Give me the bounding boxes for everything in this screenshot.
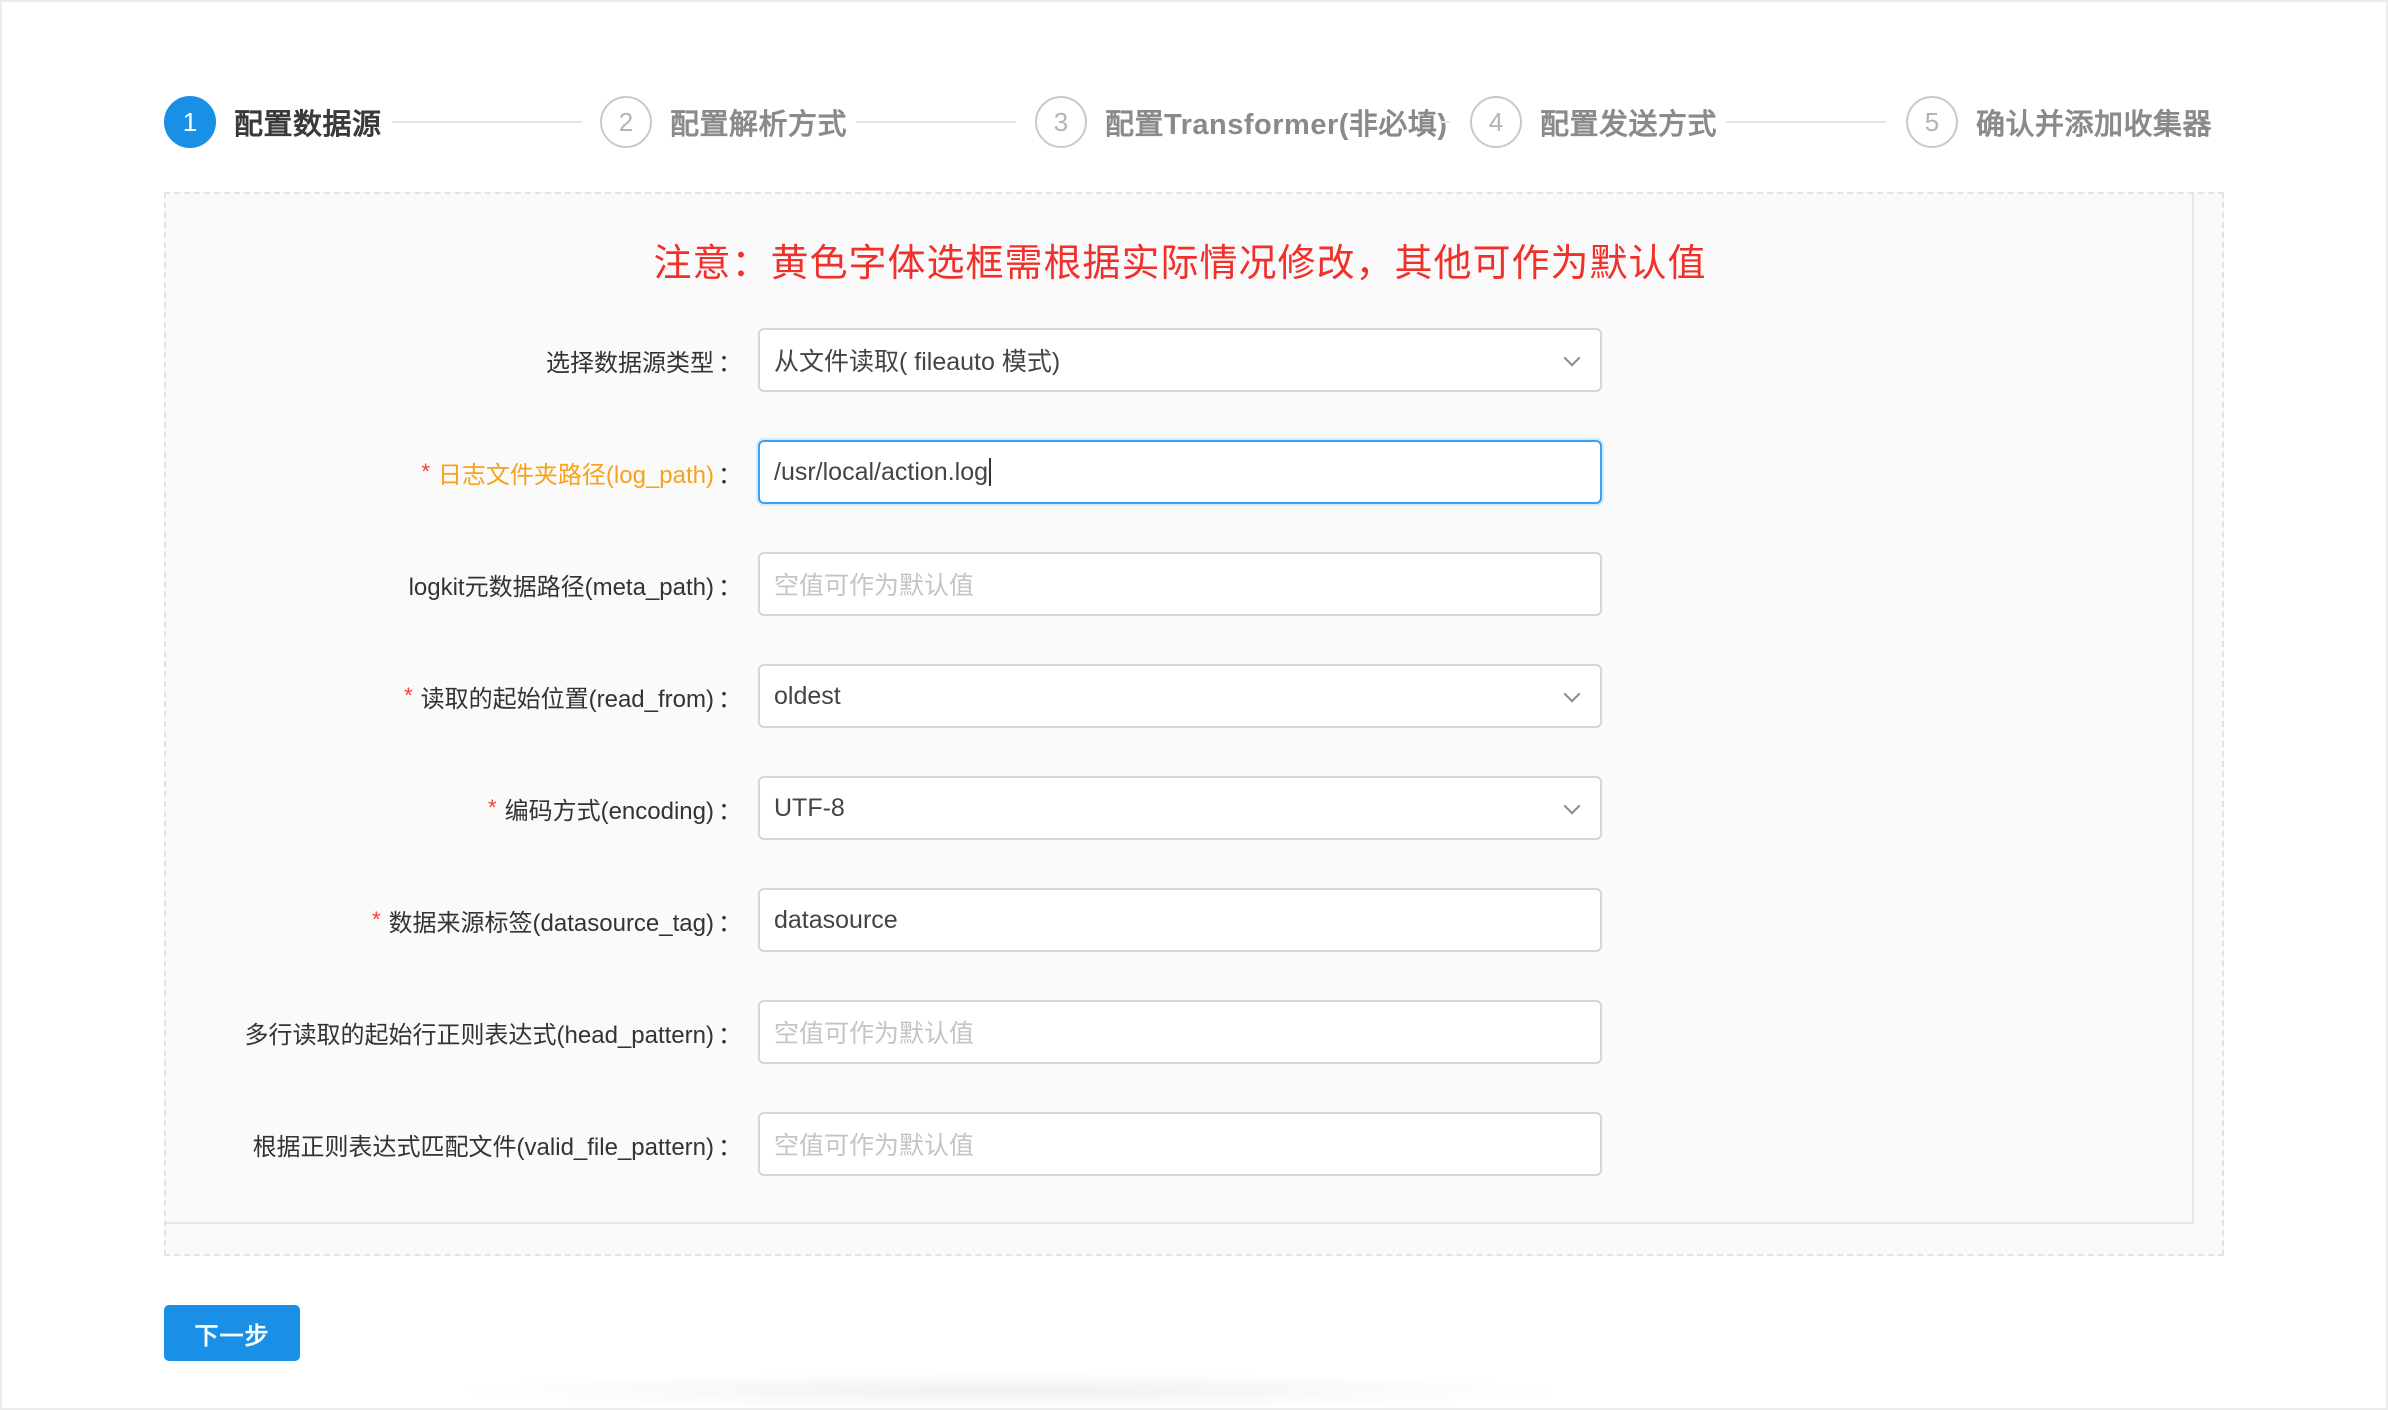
read-from-select[interactable]: oldest	[758, 664, 1602, 728]
step-5-number: 5	[1906, 96, 1958, 148]
encoding-select[interactable]: UTF-8	[758, 776, 1602, 840]
source-type-label: 选择数据源类型：	[546, 328, 742, 392]
valid-file-pattern-placeholder: 空值可作为默认值	[774, 1132, 975, 1160]
colon: ：	[718, 349, 742, 377]
step-1-title: 配置数据源	[234, 109, 382, 141]
colon: ：	[718, 909, 742, 937]
valid-file-pattern-input[interactable]: 空值可作为默认值	[758, 1112, 1602, 1176]
datasource-tag-label-text: 数据来源标签(datasource_tag)	[388, 909, 714, 937]
required-mark: *	[488, 795, 497, 820]
log-path-label-text: 日志文件夹路径(log_path)	[437, 461, 714, 489]
step-3-title: 配置Transformer(非必填)	[1105, 109, 1448, 141]
step-3-number: 3	[1035, 96, 1087, 148]
valid-file-pattern-label-text: 根据正则表达式匹配文件(valid_file_pattern)	[252, 1133, 714, 1161]
bottom-shadow	[440, 1372, 1580, 1410]
meta-path-label: logkit元数据路径(meta_path)：	[409, 552, 742, 616]
colon: ：	[718, 573, 742, 601]
step-5[interactable]: 5 确认并添加收集器	[1906, 96, 2212, 148]
meta-path-input[interactable]: 空值可作为默认值	[758, 552, 1602, 616]
valid-file-pattern-label: 根据正则表达式匹配文件(valid_file_pattern)：	[253, 1112, 742, 1176]
log-path-input[interactable]: /usr/local/action.log	[758, 440, 1602, 504]
datasource-tag-value: datasource	[774, 905, 898, 934]
chevron-down-icon	[1563, 685, 1581, 703]
source-type-select[interactable]: 从文件读取( fileauto 模式)	[758, 328, 1602, 392]
required-mark: *	[371, 907, 381, 932]
next-step-button[interactable]: 下一步	[164, 1305, 300, 1361]
datasource-tag-label: * 数据来源标签(datasource_tag)：	[372, 888, 742, 952]
row-meta-path: logkit元数据路径(meta_path)： 空值可作为默认值	[0, 552, 2388, 616]
step-connector	[392, 121, 582, 123]
text-caret	[989, 458, 992, 486]
steps-bar: 1 配置数据源 2 配置解析方式 3 配置Transformer(非必填) 4 …	[0, 0, 2388, 200]
meta-path-placeholder: 空值可作为默认值	[774, 572, 975, 600]
read-from-label: * 读取的起始位置(read_from)：	[404, 664, 742, 728]
row-datasource-tag: * 数据来源标签(datasource_tag)： datasource	[0, 888, 2388, 952]
colon: ：	[718, 461, 742, 489]
datasource-tag-input[interactable]: datasource	[758, 888, 1602, 952]
source-type-label-text: 选择数据源类型	[546, 349, 714, 377]
row-encoding: * 编码方式(encoding)： UTF-8	[0, 776, 2388, 840]
read-from-label-text: 读取的起始位置(read_from)	[420, 685, 714, 713]
colon: ：	[718, 1021, 742, 1049]
row-valid-file-pattern: 根据正则表达式匹配文件(valid_file_pattern)： 空值可作为默认…	[0, 1112, 2388, 1176]
log-path-value: /usr/local/action.log	[774, 457, 989, 486]
step-2-title: 配置解析方式	[670, 109, 848, 141]
read-from-value: oldest	[774, 681, 841, 710]
row-source-type: 选择数据源类型： 从文件读取( fileauto 模式)	[0, 328, 2388, 392]
source-type-value: 从文件读取( fileauto 模式)	[774, 348, 1061, 376]
colon: ：	[718, 685, 742, 713]
required-mark: *	[421, 459, 430, 484]
chevron-down-icon	[1563, 349, 1581, 367]
head-pattern-label-text: 多行读取的起始行正则表达式(head_pattern)	[244, 1021, 714, 1049]
colon: ：	[718, 1133, 742, 1161]
step-5-title: 确认并添加收集器	[1976, 109, 2213, 141]
row-head-pattern: 多行读取的起始行正则表达式(head_pattern)： 空值可作为默认值	[0, 1000, 2388, 1064]
head-pattern-label: 多行读取的起始行正则表达式(head_pattern)：	[245, 1000, 742, 1064]
row-log-path: * 日志文件夹路径(log_path)： /usr/local/action.lo…	[0, 440, 2388, 504]
encoding-label-text: 编码方式(encoding)	[504, 797, 714, 825]
required-mark: *	[404, 683, 413, 708]
row-read-from: * 读取的起始位置(read_from)： oldest	[0, 664, 2388, 728]
step-3[interactable]: 3 配置Transformer(非必填)	[1035, 96, 1448, 148]
step-2-number: 2	[600, 96, 652, 148]
chevron-down-icon	[1563, 797, 1581, 815]
step-connector	[1726, 121, 1886, 123]
step-4[interactable]: 4 配置发送方式	[1470, 96, 1717, 148]
head-pattern-input[interactable]: 空值可作为默认值	[758, 1000, 1602, 1064]
log-path-label: * 日志文件夹路径(log_path)：	[421, 440, 742, 504]
notice-text: 注意：黄色字体选框需根据实际情况修改，其他可作为默认值	[653, 243, 1707, 285]
encoding-label: * 编码方式(encoding)：	[488, 776, 742, 840]
step-2[interactable]: 2 配置解析方式	[600, 96, 847, 148]
step-connector	[1440, 121, 1450, 123]
encoding-value: UTF-8	[774, 793, 845, 822]
step-4-number: 4	[1470, 96, 1522, 148]
head-pattern-placeholder: 空值可作为默认值	[774, 1020, 975, 1048]
step-1-number: 1	[164, 96, 216, 148]
step-1[interactable]: 1 配置数据源	[164, 96, 382, 148]
colon: ：	[718, 797, 742, 825]
step-4-title: 配置发送方式	[1540, 109, 1718, 141]
meta-path-label-text: logkit元数据路径(meta_path)	[408, 573, 714, 601]
step-connector	[856, 121, 1016, 123]
